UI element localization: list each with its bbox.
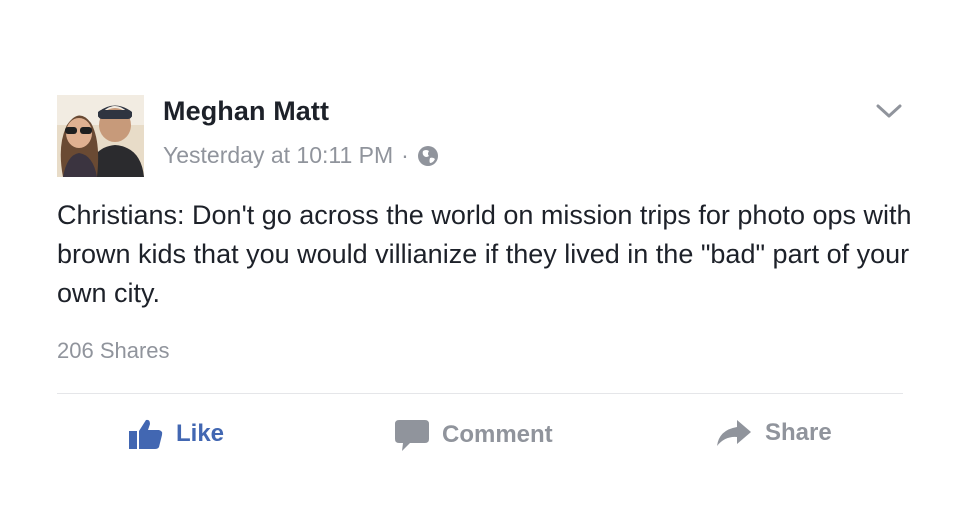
like-label: Like: [176, 420, 225, 447]
post-meta: Yesterday at 10:11 PM ·: [163, 142, 439, 169]
author-name[interactable]: Meghan Matt: [163, 96, 329, 127]
avatar[interactable]: [57, 95, 144, 177]
like-button[interactable]: Like: [128, 418, 224, 450]
divider: [57, 393, 903, 394]
facebook-post: Meghan Matt Yesterday at 10:11 PM · Chri…: [0, 0, 960, 506]
thumbs-up-icon: [129, 419, 163, 449]
comment-label: Comment: [442, 421, 553, 448]
comment-icon: [395, 420, 429, 451]
avatar-photo: [57, 95, 144, 177]
meta-separator: ·: [401, 142, 409, 168]
chevron-down-icon[interactable]: [874, 101, 904, 121]
comment-button[interactable]: Comment: [394, 418, 553, 452]
shares-count[interactable]: 206 Shares: [57, 338, 170, 364]
post-text: Christians: Don't go across the world on…: [57, 200, 912, 308]
share-label: Share: [765, 419, 832, 446]
globe-icon[interactable]: [417, 145, 439, 167]
share-arrow-icon: [717, 420, 751, 446]
post-timestamp[interactable]: Yesterday at 10:11 PM: [163, 142, 393, 169]
share-button[interactable]: Share: [715, 418, 832, 448]
